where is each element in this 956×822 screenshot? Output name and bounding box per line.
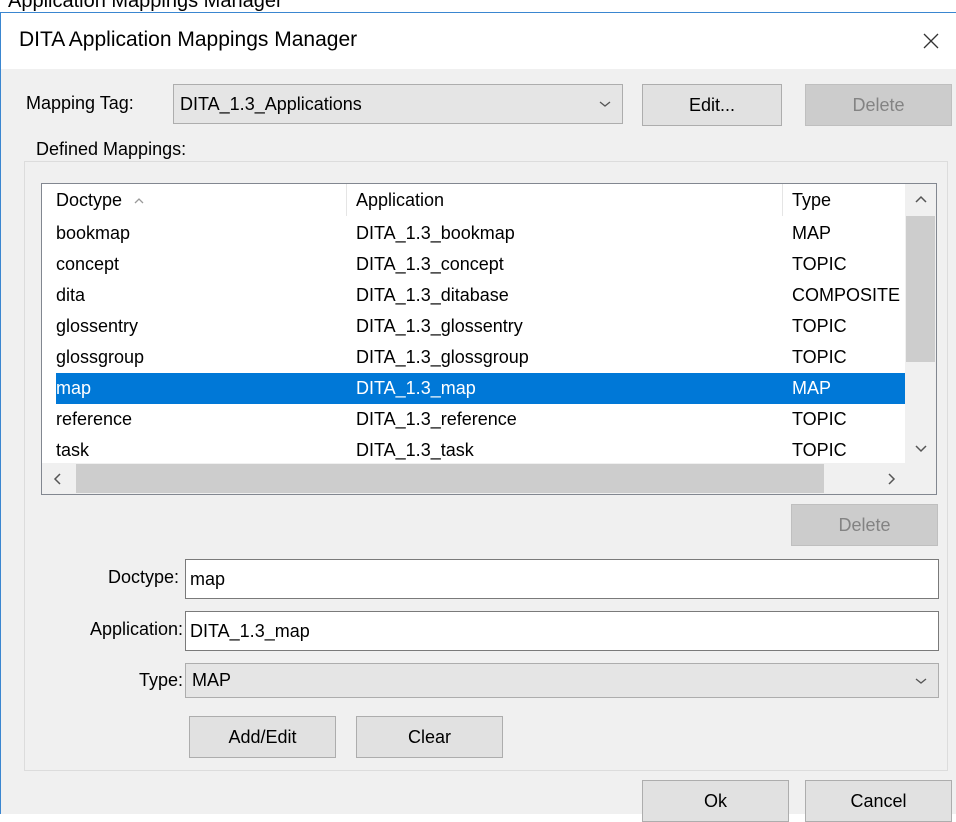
doctype-field[interactable]: map <box>185 559 939 599</box>
doctype-label: Doctype: <box>107 567 179 587</box>
table-row[interactable]: concept DITA_1.3_concept TOPIC <box>42 249 906 280</box>
application-label: Application: <box>89 619 183 639</box>
cell-type: TOPIC <box>792 316 847 336</box>
dialog-title: DITA Application Mappings Manager <box>19 28 358 51</box>
ok-button[interactable]: Ok <box>642 780 789 822</box>
cell-application: DITA_1.3_reference <box>356 409 517 429</box>
cell-type: MAP <box>792 378 832 398</box>
cell-application: DITA_1.3_map <box>356 378 476 398</box>
application-field[interactable]: DITA_1.3_map <box>185 611 939 651</box>
table-row[interactable]: glossgroup DITA_1.3_glossgroup TOPIC <box>42 342 906 373</box>
scroll-right-button[interactable] <box>875 463 906 494</box>
type-select[interactable]: MAP <box>185 663 939 698</box>
cell-type: TOPIC <box>792 409 847 429</box>
defined-mappings-label: Defined Mappings: <box>33 139 190 160</box>
chevron-down-icon <box>915 677 927 684</box>
cell-type: MAP <box>792 223 832 243</box>
vertical-scrollbar[interactable] <box>905 184 936 463</box>
scroll-up-button[interactable] <box>905 184 936 215</box>
cell-type: TOPIC <box>792 440 847 460</box>
chevron-left-icon <box>53 472 61 485</box>
mapping-tag-value: DITA_1.3_Applications <box>180 93 362 114</box>
cell-type: TOPIC <box>792 254 847 274</box>
table-row[interactable]: map DITA_1.3_map MAP <box>42 373 906 404</box>
background-window-title: Application Mappings Manager <box>8 0 283 12</box>
cancel-button[interactable]: Cancel <box>805 780 952 822</box>
close-button[interactable] <box>906 13 956 69</box>
column-header-application[interactable]: Application <box>356 184 444 216</box>
type-label: Type: <box>138 670 183 690</box>
scroll-left-button[interactable] <box>42 463 73 494</box>
table-row[interactable]: reference DITA_1.3_reference TOPIC <box>42 404 906 435</box>
cell-application: DITA_1.3_glossentry <box>356 316 523 336</box>
mappings-manager-dialog: DITA Application Mappings Manager Mappin… <box>0 12 956 822</box>
scroll-down-button[interactable] <box>905 432 936 463</box>
table-row[interactable]: bookmap DITA_1.3_bookmap MAP <box>42 218 906 249</box>
add-edit-button[interactable]: Add/Edit <box>189 716 336 758</box>
cell-doctype: task <box>56 440 90 460</box>
cell-doctype: glossentry <box>56 316 139 336</box>
delete-mapping-button[interactable]: Delete <box>791 504 938 546</box>
column-separator[interactable] <box>346 184 347 216</box>
chevron-down-icon <box>914 444 927 452</box>
scrollbar-corner <box>905 463 936 494</box>
cell-doctype: concept <box>56 254 120 274</box>
cell-type: TOPIC <box>792 347 847 367</box>
column-doctype-label: Doctype <box>56 190 123 210</box>
cell-application: DITA_1.3_concept <box>356 254 504 274</box>
cell-application: DITA_1.3_bookmap <box>356 223 515 243</box>
column-separator[interactable] <box>782 184 783 216</box>
type-value: MAP <box>192 670 232 690</box>
list-rows: bookmap DITA_1.3_bookmap MAP concept DITA_1.… <box>42 218 906 466</box>
horizontal-scrollbar[interactable] <box>42 463 906 494</box>
cell-doctype: reference <box>56 409 133 429</box>
application-value: DITA_1.3_map <box>190 620 310 641</box>
title-bar: DITA Application Mappings Manager <box>1 13 956 69</box>
sort-ascending-icon <box>134 198 144 204</box>
cell-doctype: glossgroup <box>56 347 145 367</box>
mapping-tag-label: Mapping Tag: <box>26 93 134 113</box>
cell-doctype: map <box>56 378 92 398</box>
doctype-value: map <box>190 568 226 589</box>
horizontal-scroll-thumb[interactable] <box>76 464 824 493</box>
cell-application: DITA_1.3_task <box>356 440 474 460</box>
chevron-down-icon <box>599 101 611 107</box>
cell-type: COMPOSITE <box>792 285 901 305</box>
chevron-up-icon <box>914 195 927 203</box>
chevron-right-icon <box>887 472 895 485</box>
edit-mapping-tag-button[interactable]: Edit... <box>642 84 782 126</box>
mappings-list[interactable]: Doctype Application Type bookmap DITA_1.3… <box>41 183 937 495</box>
cell-application: DITA_1.3_glossgroup <box>356 347 529 367</box>
mapping-tag-select[interactable]: DITA_1.3_Applications <box>173 84 623 124</box>
clear-button[interactable]: Clear <box>356 716 503 758</box>
column-header-type[interactable]: Type <box>792 184 831 216</box>
vertical-scroll-thumb[interactable] <box>906 216 935 362</box>
table-row[interactable]: glossentry DITA_1.3_glossentry TOPIC <box>42 311 906 342</box>
list-header: Doctype Application Type <box>42 184 906 216</box>
column-header-doctype[interactable]: Doctype <box>56 184 145 216</box>
table-row[interactable]: task DITA_1.3_task TOPIC <box>42 435 906 466</box>
delete-mapping-tag-button[interactable]: Delete <box>805 84 952 126</box>
table-row[interactable]: dita DITA_1.3_ditabase COMPOSITE <box>42 280 906 311</box>
cell-application: DITA_1.3_ditabase <box>356 285 509 305</box>
close-icon <box>923 33 939 49</box>
cell-doctype: bookmap <box>56 223 131 243</box>
cell-doctype: dita <box>56 285 86 305</box>
